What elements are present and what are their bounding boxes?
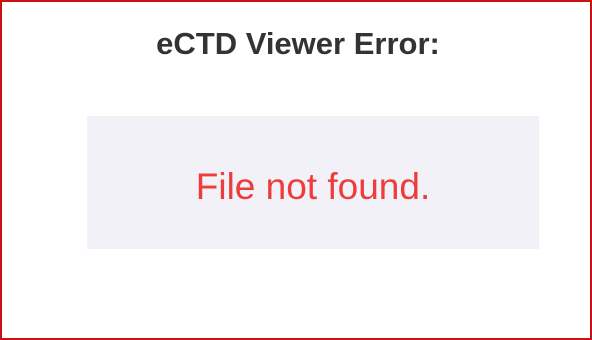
error-message: File not found. bbox=[195, 165, 431, 207]
error-message-panel: File not found. bbox=[87, 116, 539, 249]
error-dialog: eCTD Viewer Error: File not found. bbox=[0, 0, 592, 340]
error-title: eCTD Viewer Error: bbox=[156, 26, 440, 61]
